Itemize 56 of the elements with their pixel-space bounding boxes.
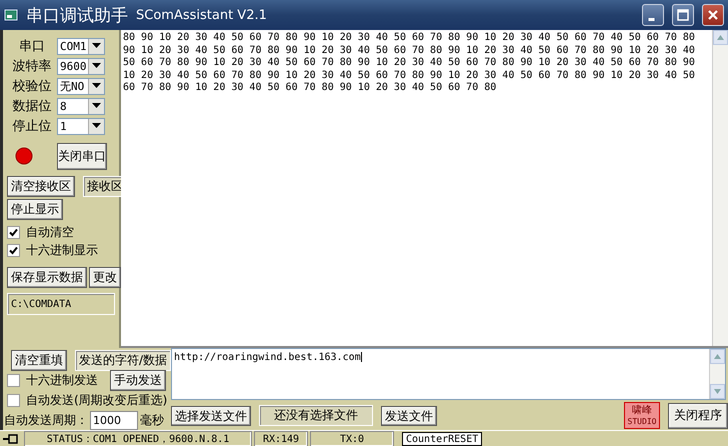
send-file-button[interactable]: 发送文件: [381, 406, 437, 426]
file-status: 还没有选择文件: [259, 405, 373, 426]
setting-label: 停止位: [12, 118, 52, 135]
period-field[interactable]: 1000: [90, 410, 138, 430]
checkbox-label: 十六进制发送: [26, 372, 98, 389]
unit-label: 毫秒: [140, 412, 164, 428]
caret-icon: [92, 123, 101, 129]
setting-label: 波特率: [12, 58, 52, 75]
caret-icon: [92, 43, 101, 49]
clear-send-button[interactable]: 清空重填: [11, 350, 67, 370]
send-label: 发送的字符/数据: [75, 350, 172, 370]
dropdown[interactable]: 无NO: [57, 78, 105, 94]
close-button[interactable]: [702, 4, 724, 26]
stop-display-button[interactable]: 停止显示: [7, 199, 63, 220]
save-path-field: C:\COMDATA: [7, 293, 115, 315]
dropdown[interactable]: 1: [57, 118, 105, 134]
choose-file-button[interactable]: 选择发送文件: [171, 406, 251, 426]
period-label: 自动发送周期：: [4, 412, 88, 428]
setting-label: 串口: [18, 38, 46, 55]
minimize-icon: [648, 18, 654, 20]
studio-logo: 啸峰 STUDIO: [624, 402, 660, 429]
checkbox-label: 自动清空: [26, 224, 74, 241]
checkbox[interactable]: [7, 244, 20, 257]
close-port-button[interactable]: 关闭串口: [57, 142, 107, 170]
dropdown[interactable]: 9600: [57, 58, 105, 74]
close-icon: [706, 8, 720, 22]
rx-counter: RX:149: [254, 431, 308, 446]
dropdown[interactable]: COM1: [57, 38, 105, 54]
scroll-up-icon: [717, 35, 724, 40]
scrollbar[interactable]: [712, 30, 728, 346]
checkbox[interactable]: [7, 374, 20, 387]
window-title: 串口调试助手: [26, 4, 128, 26]
tx-counter: TX:0: [310, 431, 394, 446]
save-data-button[interactable]: 保存显示数据: [7, 267, 87, 288]
exit-button[interactable]: 关闭程序: [668, 402, 728, 428]
status-text: STATUS：COM1 OPENED，9600.N.8.1: [24, 431, 252, 446]
setting-label: 校验位: [12, 78, 52, 95]
checkbox-label: 自动发送(周期改变后重选): [26, 392, 168, 409]
change-button[interactable]: 更改: [89, 267, 121, 288]
checkbox[interactable]: [7, 226, 20, 239]
dropdown[interactable]: 8: [57, 98, 105, 114]
counter-reset-button[interactable]: CounterRESET: [402, 432, 482, 446]
checkbox[interactable]: [7, 394, 20, 407]
caret-icon: [92, 63, 101, 69]
window-subtitle: SComAssistant V2.1: [136, 8, 268, 22]
minimize-button[interactable]: [642, 4, 664, 26]
caret-icon: [92, 103, 101, 109]
manual-send-button[interactable]: 手动发送: [110, 370, 166, 391]
checkbox-label: 十六进制显示: [26, 242, 98, 259]
clear-receive-button[interactable]: 清空接收区: [7, 176, 75, 197]
maximize-button[interactable]: [672, 4, 694, 26]
app-icon: [4, 8, 18, 22]
setting-label: 数据位: [12, 98, 52, 115]
maximize-icon: [676, 8, 690, 22]
plug-icon: [3, 433, 19, 445]
caret-icon: [92, 83, 101, 89]
